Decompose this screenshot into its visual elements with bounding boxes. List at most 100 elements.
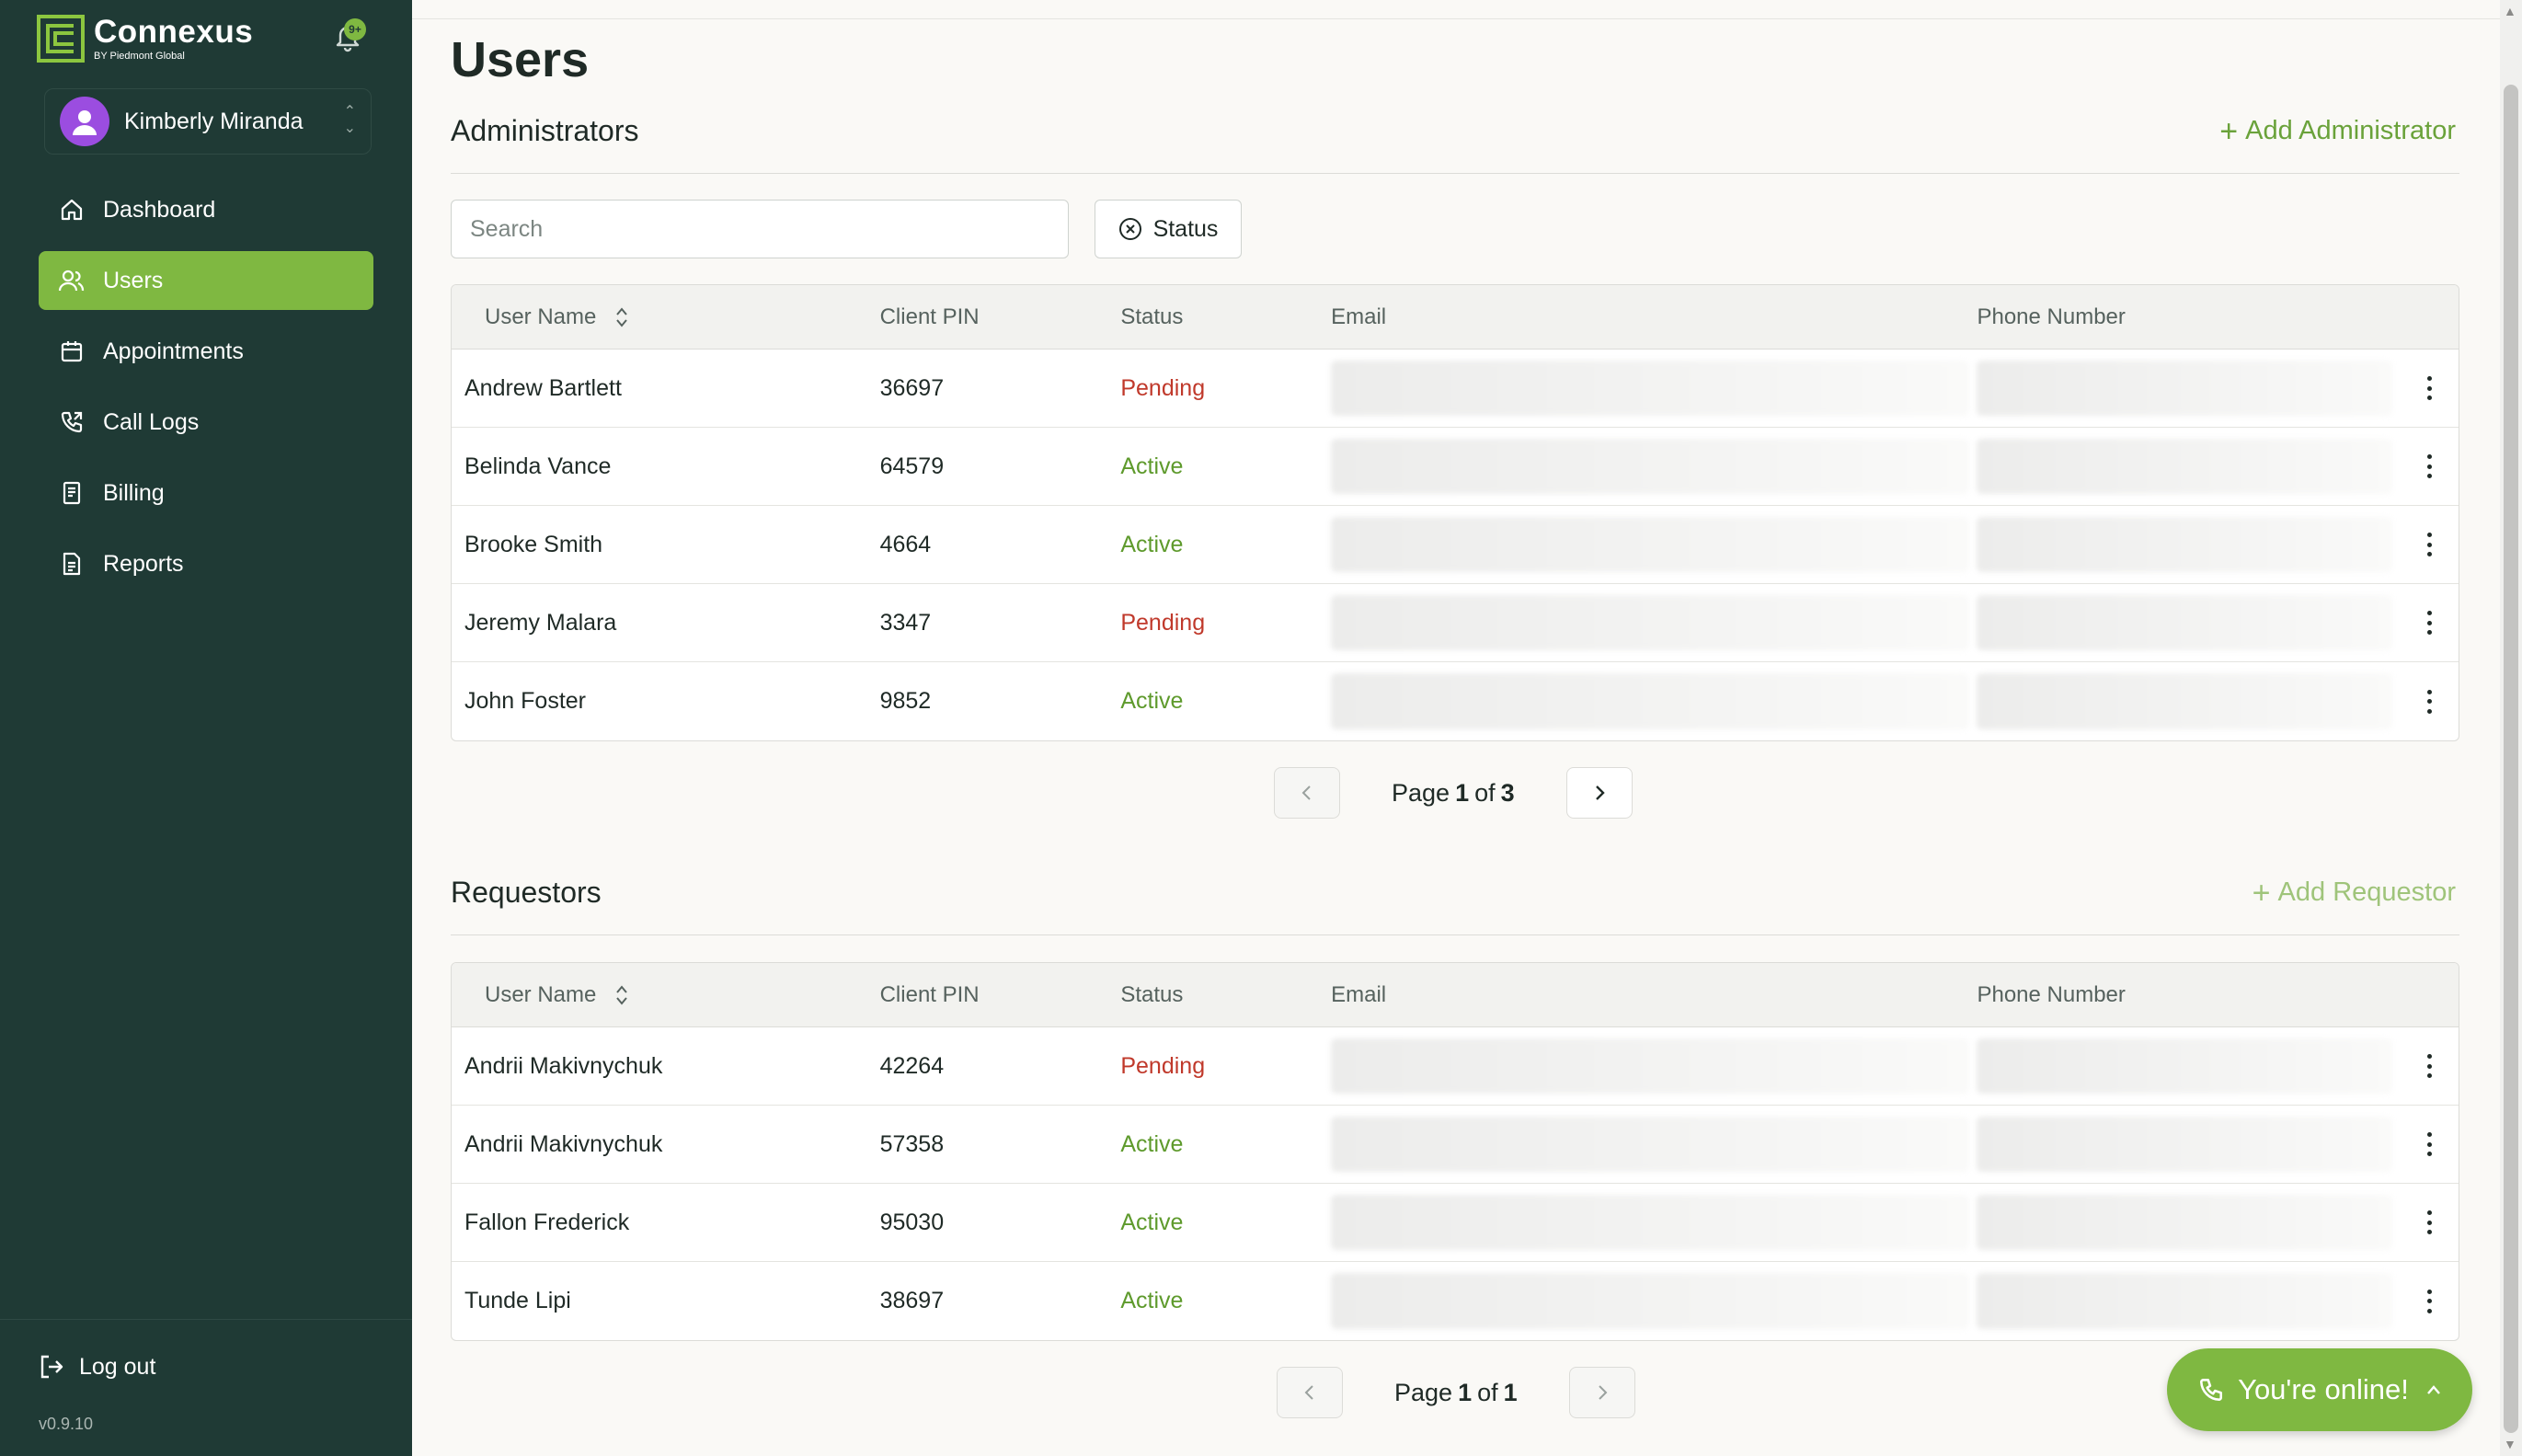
sort-icon[interactable]	[614, 983, 629, 1007]
row-menu-button[interactable]	[2400, 1054, 2459, 1078]
section-divider	[451, 934, 2459, 935]
cell-phone-redacted	[1977, 1184, 2400, 1261]
user-switcher[interactable]: Kimberly Miranda ⌃ ⌄	[44, 88, 372, 155]
table-header: User Name Client PIN Status Email Phone …	[452, 963, 2459, 1027]
redacted-blur	[1977, 1038, 2393, 1094]
prev-page-button[interactable]	[1274, 767, 1340, 819]
cell-phone-redacted	[1977, 506, 2400, 583]
chevron-right-icon	[1598, 1385, 1608, 1400]
redacted-blur	[1331, 439, 1970, 494]
column-email: Email	[1331, 304, 1387, 329]
page-prefix: Page	[1394, 1378, 1453, 1406]
scroll-down-icon[interactable]: ▼	[2504, 1437, 2516, 1451]
kebab-menu-icon	[2426, 376, 2432, 400]
document-icon	[57, 549, 86, 579]
page-current: 1	[1455, 778, 1470, 807]
sidebar-item-label: Reports	[103, 550, 184, 577]
column-status: Status	[1120, 304, 1184, 329]
table-row[interactable]: Andrii Makivnychuk 57358 Active	[452, 1106, 2459, 1184]
status-badge: Pending	[1120, 374, 1206, 401]
cell-user-name: Jeremy Malara	[464, 609, 617, 636]
administrators-table: User Name Client PIN Status Email Phone …	[451, 284, 2459, 741]
next-page-button[interactable]	[1565, 767, 1633, 819]
sidebar-item-dashboard[interactable]: Dashboard	[39, 180, 373, 239]
scrollbar-thumb[interactable]	[2504, 85, 2518, 1433]
chevron-left-icon	[1301, 785, 1311, 800]
status-badge: Pending	[1120, 1052, 1206, 1079]
table-row[interactable]: Jeremy Malara 3347 Pending	[452, 584, 2459, 662]
kebab-menu-icon	[2426, 454, 2432, 478]
add-requestor-button[interactable]: + Add Requestor	[2253, 877, 2456, 909]
home-icon	[57, 195, 86, 224]
row-menu-button[interactable]	[2400, 1210, 2459, 1234]
redacted-blur	[1331, 361, 1970, 416]
row-menu-button[interactable]	[2400, 1132, 2459, 1156]
redacted-blur	[1331, 1273, 1970, 1329]
table-row[interactable]: Brooke Smith 4664 Active	[452, 506, 2459, 584]
brand-name: Connexus	[94, 14, 254, 50]
online-status-pill[interactable]: You're online!	[2167, 1348, 2472, 1431]
column-email: Email	[1331, 981, 1387, 1007]
search-input[interactable]	[451, 200, 1069, 258]
column-user-name[interactable]: User Name	[452, 982, 880, 1008]
sort-icon[interactable]	[614, 305, 629, 329]
kebab-menu-icon	[2426, 1054, 2432, 1078]
table-row[interactable]: Andrew Bartlett 36697 Pending	[452, 350, 2459, 428]
page-of: of	[1477, 1378, 1498, 1406]
section-divider	[451, 173, 2459, 174]
sidebar-item-reports[interactable]: Reports	[39, 534, 373, 593]
redacted-blur	[1977, 361, 2393, 416]
row-menu-button[interactable]	[2400, 376, 2459, 400]
logout-icon	[37, 1352, 66, 1381]
administrators-heading: Administrators	[451, 114, 639, 147]
next-page-button[interactable]	[1568, 1367, 1635, 1418]
sidebar-item-appointments[interactable]: Appointments	[39, 322, 373, 381]
table-row[interactable]: Andrii Makivnychuk 42264 Pending	[452, 1027, 2459, 1106]
cell-email-redacted	[1331, 1184, 1977, 1261]
brand-logo[interactable]: Connexus BY Piedmont Global	[37, 15, 253, 63]
sidebar-item-label: Call Logs	[103, 408, 200, 435]
cell-client-pin: 36697	[879, 374, 945, 401]
row-menu-button[interactable]	[2400, 454, 2459, 478]
logout-label: Log out	[79, 1353, 156, 1380]
redacted-blur	[1977, 439, 2393, 494]
cell-email-redacted	[1331, 1262, 1977, 1340]
row-menu-button[interactable]	[2400, 611, 2459, 635]
add-administrator-button[interactable]: + Add Administrator	[2219, 116, 2456, 147]
row-menu-button[interactable]	[2400, 1289, 2459, 1313]
cell-user-name: Belinda Vance	[464, 453, 612, 479]
cell-client-pin: 64579	[879, 453, 945, 479]
table-row[interactable]: Tunde Lipi 38697 Active	[452, 1262, 2459, 1340]
table-row[interactable]: Fallon Frederick 95030 Active	[452, 1184, 2459, 1262]
table-row[interactable]: John Foster 9852 Active	[452, 662, 2459, 740]
prev-page-button[interactable]	[1277, 1367, 1343, 1418]
cell-user-name: Andrii Makivnychuk	[464, 1130, 663, 1157]
redacted-blur	[1331, 1195, 1970, 1250]
main-content: Users Administrators + Add Administrator…	[412, 0, 2500, 1456]
row-menu-button[interactable]	[2400, 533, 2459, 556]
notification-badge: 9+	[344, 18, 366, 40]
table-row[interactable]: Belinda Vance 64579 Active	[452, 428, 2459, 506]
page-of: of	[1474, 778, 1496, 807]
app-version: v0.9.10	[39, 1415, 94, 1433]
status-badge: Active	[1120, 688, 1184, 714]
sidebar-item-call-logs[interactable]: Call Logs	[39, 393, 373, 452]
cell-phone-redacted	[1977, 350, 2400, 427]
scroll-up-icon[interactable]: ▲	[2504, 4, 2516, 18]
redacted-blur	[1977, 673, 2393, 729]
cell-client-pin: 57358	[879, 1130, 945, 1157]
sidebar-item-billing[interactable]: Billing	[39, 464, 373, 522]
cell-user-name: Andrew Bartlett	[464, 374, 622, 401]
redacted-blur	[1331, 595, 1970, 650]
sidebar-item-users[interactable]: Users	[39, 251, 373, 310]
cell-phone-redacted	[1977, 662, 2400, 740]
logout-button[interactable]: Log out	[37, 1352, 155, 1381]
requestors-heading: Requestors	[451, 876, 602, 909]
page-indicator: Page 1 of 3	[1392, 779, 1515, 808]
chevron-up-icon	[2426, 1385, 2440, 1394]
column-status: Status	[1120, 981, 1184, 1007]
column-user-name[interactable]: User Name	[452, 304, 880, 330]
status-badge: Pending	[1120, 609, 1206, 636]
status-filter-button[interactable]: Status	[1095, 200, 1242, 258]
row-menu-button[interactable]	[2400, 689, 2459, 714]
